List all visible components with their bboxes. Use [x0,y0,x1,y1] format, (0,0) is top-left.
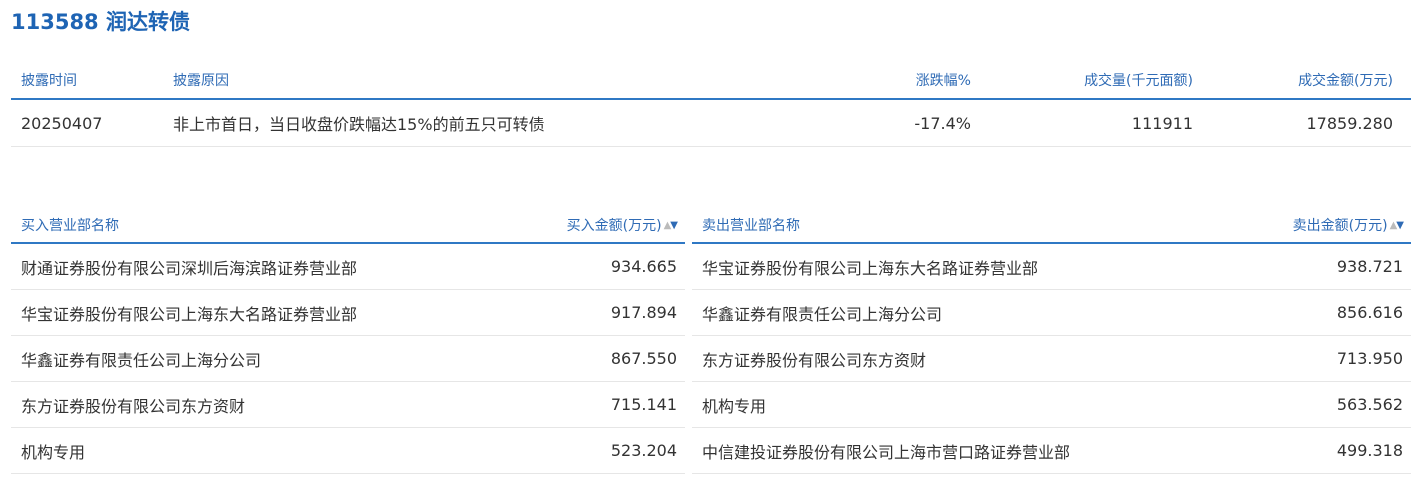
sell-brokers-table: 卖出营业部名称 卖出金额(万元) ▲▼ 华宝证券股份有限公司上海东大名路证券营业… [692,208,1411,474]
table-row: 华宝证券股份有限公司上海东大名路证券营业部 917.894 [11,290,685,336]
table-row: 东方证券股份有限公司东方资财 715.141 [11,382,685,428]
buy-name-header: 买入营业部名称 [21,218,119,234]
page-title: 113588 润达转债 [11,10,190,34]
buy-brokers-table: 买入营业部名称 买入金额(万元) ▲▼ 财通证券股份有限公司深圳后海滨路证券营业… [11,208,685,474]
sell-amount: 856.616 [1336,303,1403,322]
table-row: 机构专用 523.204 [11,428,685,474]
broker-name: 中信建投证券股份有限公司上海市营口路证券营业部 [702,442,1071,462]
broker-name: 华鑫证券有限责任公司上海分公司 [21,350,262,370]
column-header-turnover: 成交金额(万元) [1298,73,1393,89]
disclosure-reason: 非上市首日，当日收盘价跌幅达15%的前五只可转债 [173,115,545,134]
buy-amount: 523.204 [610,441,677,460]
change-pct: -17.4% [914,113,971,133]
buy-table-header: 买入营业部名称 买入金额(万元) ▲▼ [11,208,685,244]
column-header-change-pct: 涨跌幅% [915,73,971,89]
sell-name-header: 卖出营业部名称 [702,218,800,234]
table-row: 机构专用 563.562 [692,382,1411,428]
sort-down-icon: ▼ [1396,219,1404,231]
buy-amount: 715.141 [610,395,677,414]
broker-name: 财通证券股份有限公司深圳后海滨路证券营业部 [21,258,358,278]
buy-amount: 934.665 [610,257,677,276]
disclosure-table: 披露时间 披露原因 涨跌幅% 成交量(千元面额) 成交金额(万元) 202504… [11,62,1411,147]
disclosure-date: 20250407 [21,113,103,133]
column-header-volume: 成交量(千元面额) [1084,73,1193,89]
sort-icon[interactable]: ▲▼ [664,219,678,231]
sell-table-header: 卖出营业部名称 卖出金额(万元) ▲▼ [692,208,1411,244]
column-header-disclosure-date: 披露时间 [21,73,77,89]
broker-name: 机构专用 [702,396,767,416]
broker-name: 华宝证券股份有限公司上海东大名路证券营业部 [21,304,358,324]
table-row: 中信建投证券股份有限公司上海市营口路证券营业部 499.318 [692,428,1411,474]
table-row: 东方证券股份有限公司东方资财 713.950 [692,336,1411,382]
turnover: 17859.280 [1306,113,1393,133]
broker-name: 东方证券股份有限公司东方资财 [21,396,246,416]
buy-amount-header-label: 买入金额(万元) [566,218,662,234]
sort-down-icon: ▼ [670,219,678,231]
broker-name: 华宝证券股份有限公司上海东大名路证券营业部 [702,258,1039,278]
volume: 111911 [1131,113,1193,133]
sort-icon[interactable]: ▲▼ [1390,219,1404,231]
table-row: 华鑫证券有限责任公司上海分公司 867.550 [11,336,685,382]
broker-name: 机构专用 [21,442,86,462]
table-row: 财通证券股份有限公司深圳后海滨路证券营业部 934.665 [11,244,685,290]
sell-amount: 563.562 [1336,395,1403,414]
column-header-disclosure-reason: 披露原因 [173,73,229,89]
disclosure-table-header: 披露时间 披露原因 涨跌幅% 成交量(千元面额) 成交金额(万元) [11,62,1411,100]
buy-amount: 917.894 [610,303,677,322]
sell-amount-header-label: 卖出金额(万元) [1292,218,1388,234]
buy-amount: 867.550 [610,349,677,368]
sell-amount: 713.950 [1336,349,1403,368]
broker-name: 东方证券股份有限公司东方资财 [702,350,927,370]
buy-amount-sort-header[interactable]: 买入金额(万元) ▲▼ [566,208,678,242]
table-row: 华鑫证券有限责任公司上海分公司 856.616 [692,290,1411,336]
table-row: 华宝证券股份有限公司上海东大名路证券营业部 938.721 [692,244,1411,290]
table-row: 20250407 非上市首日，当日收盘价跌幅达15%的前五只可转债 -17.4%… [11,100,1411,147]
sell-amount: 938.721 [1336,257,1403,276]
broker-name: 华鑫证券有限责任公司上海分公司 [702,304,943,324]
sell-amount: 499.318 [1336,441,1403,460]
sell-amount-sort-header[interactable]: 卖出金额(万元) ▲▼ [1292,208,1404,242]
